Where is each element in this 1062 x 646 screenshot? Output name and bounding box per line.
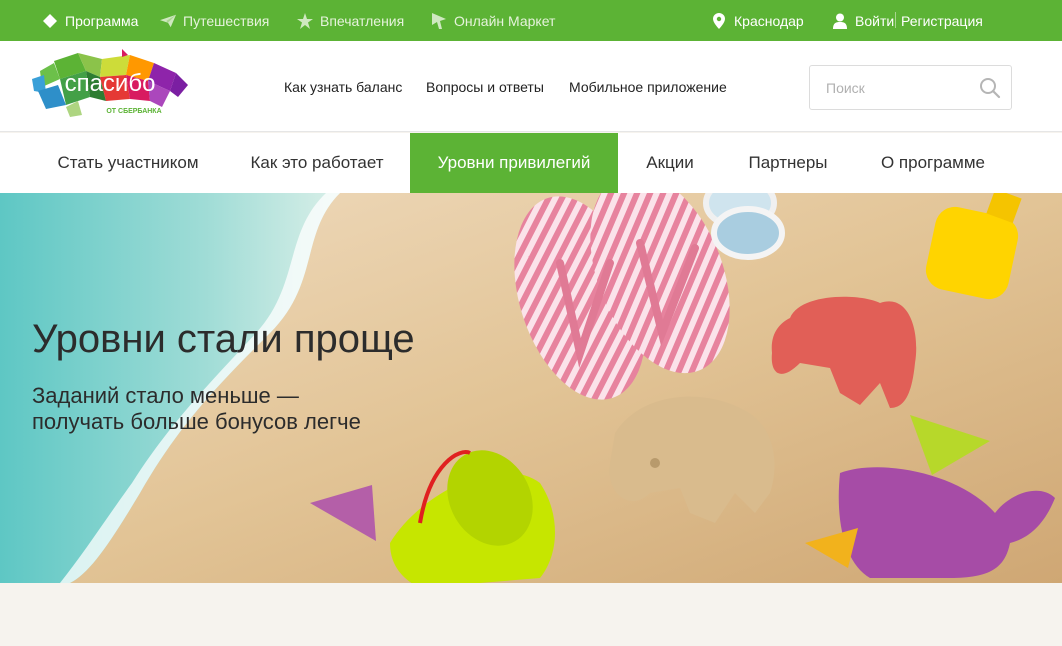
search-icon[interactable]: [979, 77, 1001, 99]
header-link-faq[interactable]: Вопросы и ответы: [426, 79, 544, 95]
register-label: Регистрация: [901, 12, 983, 29]
topbar-item-label: Путешествия: [183, 12, 270, 29]
main-nav: Стать участником Как это работает Уровни…: [0, 133, 1062, 193]
nav-item-privilege-levels[interactable]: Уровни привилегий: [410, 133, 618, 193]
logo-wordmark: спасибо: [65, 70, 156, 97]
topbar-item-label: Онлайн Маркет: [454, 12, 556, 29]
user-icon: [832, 13, 848, 29]
content-area: [0, 583, 1062, 646]
cursor-icon: [431, 12, 447, 29]
nav-item-how-it-works[interactable]: Как это работает: [224, 133, 410, 193]
topbar-divider: [895, 12, 896, 28]
location-pin-icon: [711, 12, 727, 29]
login-link[interactable]: Войти: [832, 0, 894, 41]
logo-subtext: ОТ СБЕРБАНКА: [106, 108, 161, 115]
login-label: Войти: [855, 12, 895, 29]
topbar-item-program[interactable]: Программа: [42, 0, 138, 41]
nav-item-become-member[interactable]: Стать участником: [32, 133, 224, 193]
star-icon: [297, 12, 313, 29]
nav-item-partners[interactable]: Партнеры: [722, 133, 854, 193]
hero-subtitle-line2: получать больше бонусов легче: [32, 409, 361, 434]
hero-subtitle: Заданий стало меньше — получать больше б…: [32, 383, 361, 435]
diamond-icon: [42, 13, 58, 29]
register-link[interactable]: Регистрация: [901, 0, 983, 41]
topbar-item-experiences[interactable]: Впечатления: [297, 0, 404, 41]
top-bar: Программа Путешествия Впечатления Онлайн…: [0, 0, 1062, 41]
hero-title: Уровни стали проще: [32, 317, 415, 361]
hero-banner: Уровни стали проще Заданий стало меньше …: [0, 193, 1062, 583]
header-link-balance[interactable]: Как узнать баланс: [284, 79, 402, 95]
topbar-item-travel[interactable]: Путешествия: [160, 0, 269, 41]
search-input[interactable]: [810, 66, 975, 109]
nav-item-about[interactable]: О программе: [854, 133, 1012, 193]
topbar-item-market[interactable]: Онлайн Маркет: [431, 0, 555, 41]
plane-icon: [160, 13, 176, 29]
search-box: [809, 65, 1012, 110]
city-label: Краснодар: [734, 12, 804, 29]
nav-item-promotions[interactable]: Акции: [618, 133, 722, 193]
topbar-item-label: Впечатления: [320, 12, 405, 29]
spasibo-logo[interactable]: спасибо ОТ СБЕРБАНКА: [30, 49, 190, 121]
city-selector[interactable]: Краснодар: [711, 0, 804, 41]
header-link-mobile-app[interactable]: Мобильное приложение: [569, 79, 727, 95]
site-header: спасибо ОТ СБЕРБАНКА Как узнать баланс В…: [0, 41, 1062, 132]
topbar-item-label: Программа: [65, 12, 139, 29]
hero-subtitle-line1: Заданий стало меньше —: [32, 383, 299, 408]
